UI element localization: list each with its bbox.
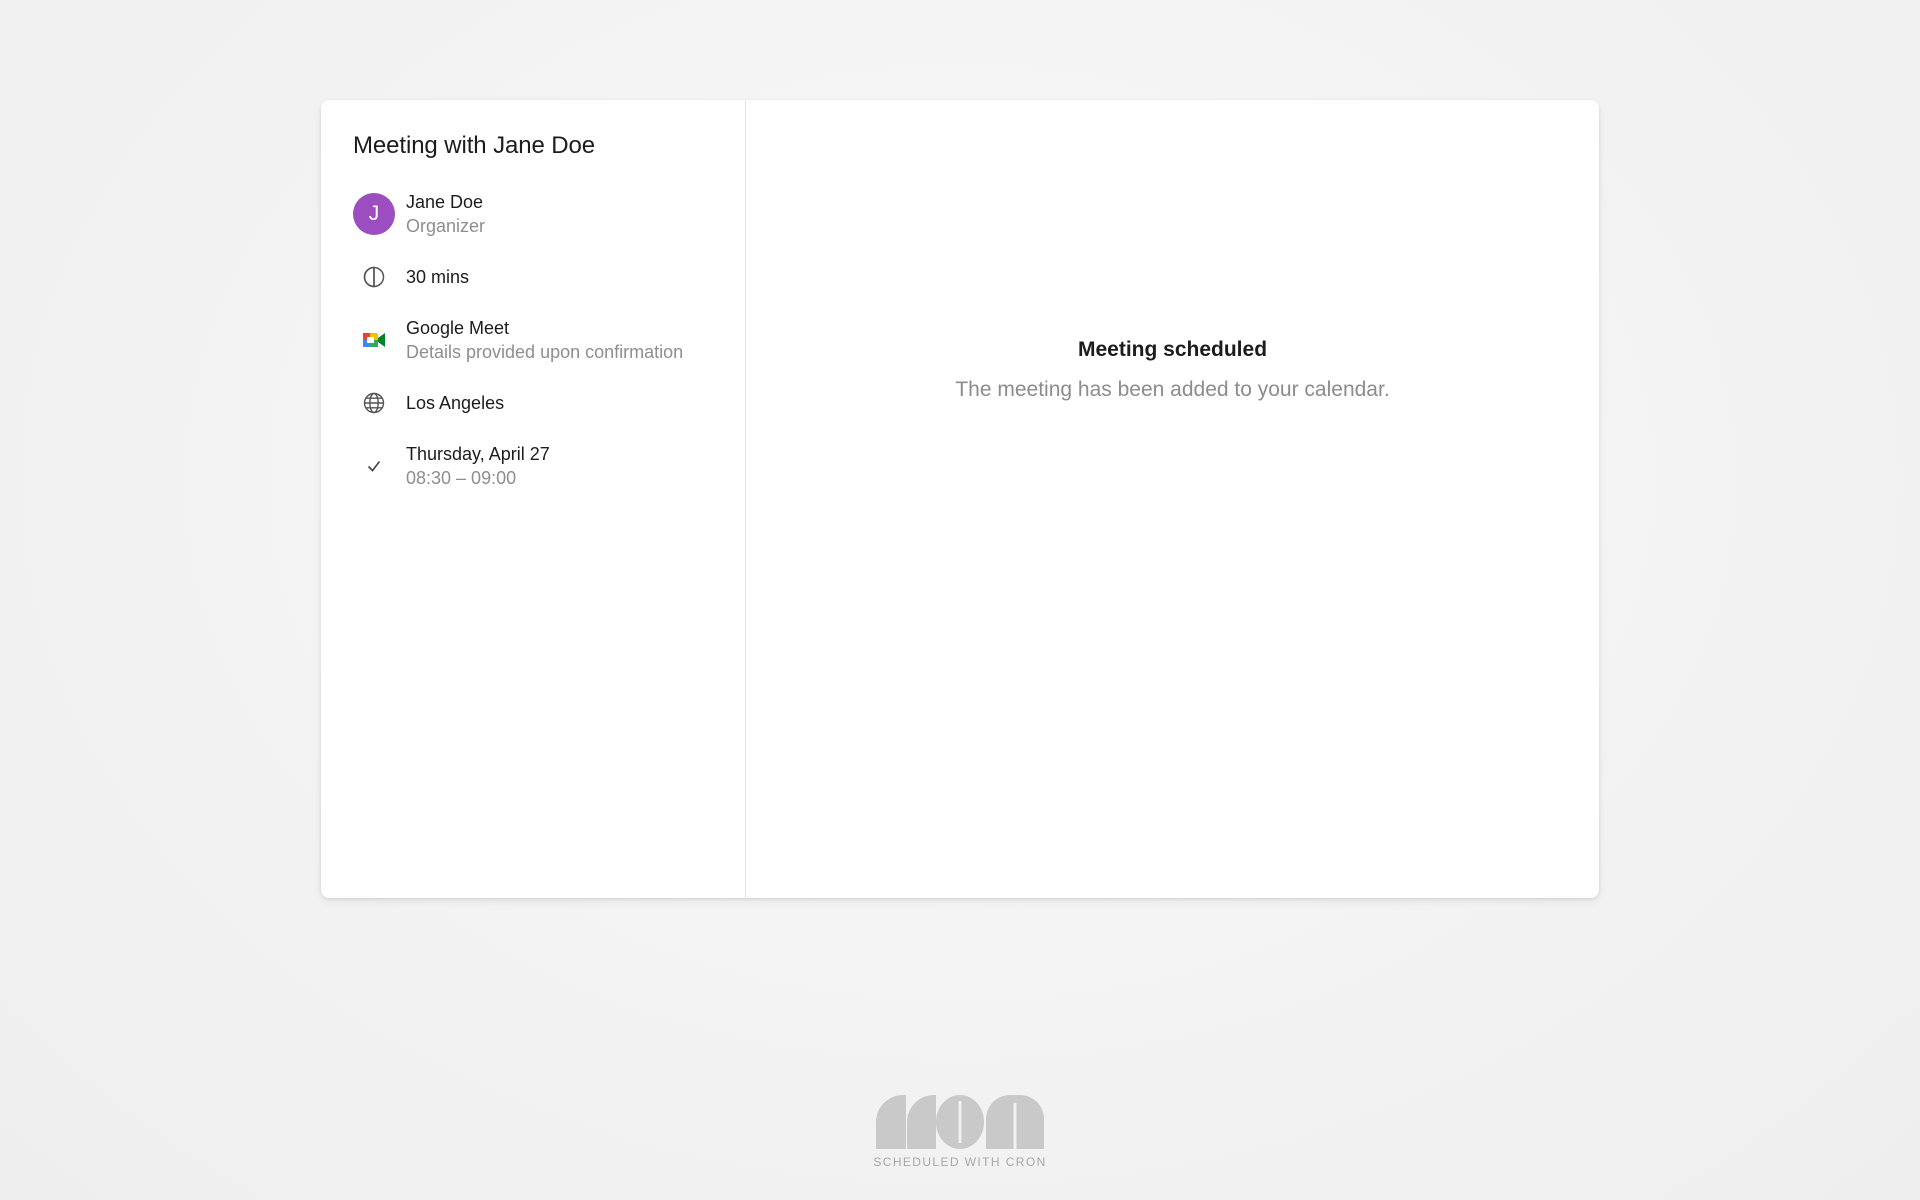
date-row: Thursday, April 27 08:30 – 09:00 [353,442,745,490]
confirmation-message: The meeting has been added to your calen… [955,378,1390,401]
globe-icon [353,382,395,424]
meeting-time: 08:30 – 09:00 [406,468,517,488]
footer: SCHEDULED WITH CRON [0,1095,1920,1169]
conferencing-details: Details provided upon confirmation [406,342,684,362]
google-meet-icon [353,319,395,361]
meeting-title: Meeting with Jane Doe [353,132,596,159]
timezone-row: Los Angeles [353,382,745,424]
check-icon [353,445,395,487]
duration-label: 30 mins [406,267,470,287]
booking-card: Meeting with Jane Doe J Jane Doe Organiz… [321,100,1599,898]
avatar: J [353,193,395,235]
footer-caption: SCHEDULED WITH CRON [873,1155,1047,1169]
timezone-label: Los Angeles [406,393,505,413]
confirmation-panel: Meeting scheduled The meeting has been a… [746,100,1599,898]
conferencing-name: Google Meet [406,318,510,338]
meeting-date: Thursday, April 27 [406,444,550,464]
duration-row: 30 mins [353,256,745,298]
organizer-row: J Jane Doe Organizer [353,190,745,238]
organizer-role: Organizer [406,216,486,236]
cron-logo[interactable] [876,1095,1044,1149]
conferencing-row: Google Meet Details provided upon confir… [353,316,745,364]
organizer-name: Jane Doe [406,192,484,212]
confirmation-heading: Meeting scheduled [1077,338,1268,361]
half-circle-icon [353,256,395,298]
meeting-details-panel: Meeting with Jane Doe J Jane Doe Organiz… [321,100,746,898]
